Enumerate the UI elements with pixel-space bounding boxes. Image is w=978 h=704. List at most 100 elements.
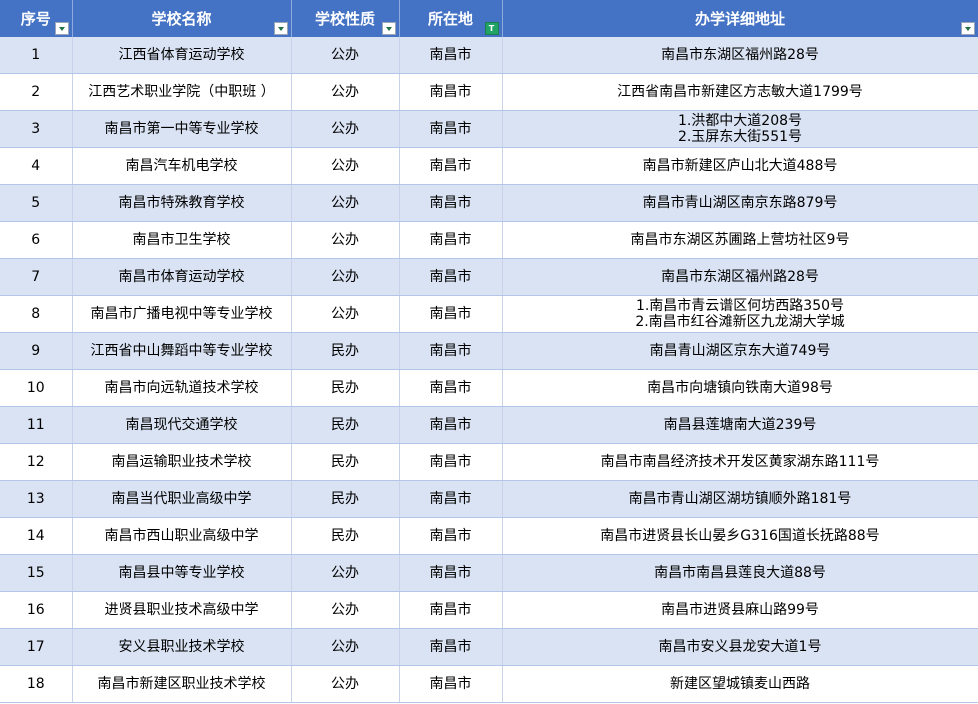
cell-school-name[interactable]: 江西省中山舞蹈中等专业学校 bbox=[72, 332, 292, 370]
cell-address[interactable]: 南昌青山湖区京东大道749号 bbox=[502, 332, 978, 370]
cell-city[interactable]: 南昌市 bbox=[399, 480, 503, 518]
cell-address[interactable]: 南昌县莲塘南大道239号 bbox=[502, 406, 978, 444]
cell-city[interactable]: 南昌市 bbox=[399, 37, 503, 74]
cell-address[interactable]: 南昌市青山湖区南京东路879号 bbox=[502, 184, 978, 222]
cell-school-name[interactable]: 进贤县职业技术高级中学 bbox=[72, 591, 292, 629]
table-row: 3 南昌市第一中等专业学校 公办 南昌市 1.洪都中大道208号 2.玉屏东大街551号 bbox=[0, 110, 978, 148]
cell-city[interactable]: 南昌市 bbox=[399, 665, 503, 703]
cell-no[interactable]: 5 bbox=[0, 184, 73, 222]
cell-address[interactable]: 南昌市南昌经济技术开发区黄家湖东路111号 bbox=[502, 443, 978, 481]
filter-dropdown-icon[interactable] bbox=[381, 22, 396, 35]
cell-address[interactable]: 1.南昌市青云谱区何坊西路350号 2.南昌市红谷滩新区九龙湖大学城 bbox=[502, 295, 978, 333]
cell-city[interactable]: 南昌市 bbox=[399, 628, 503, 666]
cell-school-type[interactable]: 民办 bbox=[291, 369, 400, 407]
cell-no[interactable]: 17 bbox=[0, 628, 73, 666]
cell-address[interactable]: 南昌市向塘镇向铁南大道98号 bbox=[502, 369, 978, 407]
cell-school-type[interactable]: 公办 bbox=[291, 591, 400, 629]
cell-school-type[interactable]: 公办 bbox=[291, 184, 400, 222]
cell-school-name[interactable]: 江西省体育运动学校 bbox=[72, 37, 292, 74]
cell-no[interactable]: 1 bbox=[0, 37, 73, 74]
cell-city[interactable]: 南昌市 bbox=[399, 591, 503, 629]
cell-no[interactable]: 14 bbox=[0, 517, 73, 555]
cell-no[interactable]: 3 bbox=[0, 110, 73, 148]
cell-address[interactable]: 新建区望城镇麦山西路 bbox=[502, 665, 978, 703]
cell-school-name[interactable]: 江西艺术职业学院（中职班 ） bbox=[72, 73, 292, 111]
cell-no[interactable]: 13 bbox=[0, 480, 73, 518]
cell-city[interactable]: 南昌市 bbox=[399, 369, 503, 407]
cell-school-name[interactable]: 南昌市西山职业高级中学 bbox=[72, 517, 292, 555]
cell-school-name[interactable]: 南昌当代职业高级中学 bbox=[72, 480, 292, 518]
address-line: 南昌市安义县龙安大道1号 bbox=[658, 639, 822, 655]
cell-school-type[interactable]: 公办 bbox=[291, 37, 400, 74]
cell-address[interactable]: 南昌市东湖区苏圃路上营坊社区9号 bbox=[502, 221, 978, 259]
filter-dropdown-icon[interactable] bbox=[960, 22, 975, 35]
cell-school-type[interactable]: 民办 bbox=[291, 332, 400, 370]
cell-city[interactable]: 南昌市 bbox=[399, 110, 503, 148]
cell-address[interactable]: 南昌市南昌县莲良大道88号 bbox=[502, 554, 978, 592]
cell-address[interactable]: 南昌市进贤县长山晏乡G316国道长抚路88号 bbox=[502, 517, 978, 555]
cell-school-type[interactable]: 公办 bbox=[291, 665, 400, 703]
cell-school-name[interactable]: 南昌市第一中等专业学校 bbox=[72, 110, 292, 148]
cell-school-name[interactable]: 南昌市特殊教育学校 bbox=[72, 184, 292, 222]
cell-address[interactable]: 南昌市东湖区福州路28号 bbox=[502, 258, 978, 296]
table-row: 18 南昌市新建区职业技术学校 公办 南昌市 新建区望城镇麦山西路 bbox=[0, 665, 978, 703]
cell-no[interactable]: 12 bbox=[0, 443, 73, 481]
filter-active-icon[interactable]: T bbox=[484, 22, 499, 35]
cell-no[interactable]: 9 bbox=[0, 332, 73, 370]
cell-city[interactable]: 南昌市 bbox=[399, 517, 503, 555]
header-label-city: 所在地 bbox=[427, 10, 473, 28]
cell-address[interactable]: 南昌市进贤县麻山路99号 bbox=[502, 591, 978, 629]
cell-school-name[interactable]: 南昌汽车机电学校 bbox=[72, 147, 292, 185]
cell-school-type[interactable]: 公办 bbox=[291, 221, 400, 259]
cell-no[interactable]: 6 bbox=[0, 221, 73, 259]
cell-school-name[interactable]: 安义县职业技术学校 bbox=[72, 628, 292, 666]
cell-no[interactable]: 2 bbox=[0, 73, 73, 111]
cell-school-type[interactable]: 公办 bbox=[291, 258, 400, 296]
cell-city[interactable]: 南昌市 bbox=[399, 554, 503, 592]
cell-school-type[interactable]: 公办 bbox=[291, 147, 400, 185]
cell-address[interactable]: 南昌市青山湖区湖坊镇顺外路181号 bbox=[502, 480, 978, 518]
cell-no[interactable]: 7 bbox=[0, 258, 73, 296]
cell-school-name[interactable]: 南昌市新建区职业技术学校 bbox=[72, 665, 292, 703]
cell-no[interactable]: 15 bbox=[0, 554, 73, 592]
cell-school-name[interactable]: 南昌县中等专业学校 bbox=[72, 554, 292, 592]
cell-address[interactable]: 南昌市新建区庐山北大道488号 bbox=[502, 147, 978, 185]
cell-school-type[interactable]: 公办 bbox=[291, 628, 400, 666]
cell-no[interactable]: 16 bbox=[0, 591, 73, 629]
cell-no[interactable]: 4 bbox=[0, 147, 73, 185]
cell-city[interactable]: 南昌市 bbox=[399, 406, 503, 444]
cell-school-name[interactable]: 南昌运输职业技术学校 bbox=[72, 443, 292, 481]
cell-address[interactable]: 江西省南昌市新建区方志敏大道1799号 bbox=[502, 73, 978, 111]
cell-school-name[interactable]: 南昌市向远轨道技术学校 bbox=[72, 369, 292, 407]
cell-school-type[interactable]: 民办 bbox=[291, 406, 400, 444]
cell-school-name[interactable]: 南昌市体育运动学校 bbox=[72, 258, 292, 296]
cell-school-type[interactable]: 公办 bbox=[291, 73, 400, 111]
cell-city[interactable]: 南昌市 bbox=[399, 73, 503, 111]
cell-school-name[interactable]: 南昌市卫生学校 bbox=[72, 221, 292, 259]
cell-city[interactable]: 南昌市 bbox=[399, 258, 503, 296]
filter-dropdown-icon[interactable] bbox=[54, 22, 69, 35]
cell-school-name[interactable]: 南昌市广播电视中等专业学校 bbox=[72, 295, 292, 333]
cell-address[interactable]: 南昌市东湖区福州路28号 bbox=[502, 37, 978, 74]
cell-city[interactable]: 南昌市 bbox=[399, 295, 503, 333]
cell-no[interactable]: 11 bbox=[0, 406, 73, 444]
cell-school-type[interactable]: 民办 bbox=[291, 480, 400, 518]
cell-city[interactable]: 南昌市 bbox=[399, 147, 503, 185]
cell-school-type[interactable]: 民办 bbox=[291, 443, 400, 481]
cell-city[interactable]: 南昌市 bbox=[399, 221, 503, 259]
cell-address[interactable]: 1.洪都中大道208号 2.玉屏东大街551号 bbox=[502, 110, 978, 148]
filter-dropdown-icon[interactable] bbox=[273, 22, 288, 35]
cell-no[interactable]: 8 bbox=[0, 295, 73, 333]
cell-school-type[interactable]: 民办 bbox=[291, 517, 400, 555]
cell-no[interactable]: 10 bbox=[0, 369, 73, 407]
cell-city[interactable]: 南昌市 bbox=[399, 184, 503, 222]
cell-address[interactable]: 南昌市安义县龙安大道1号 bbox=[502, 628, 978, 666]
cell-school-type[interactable]: 公办 bbox=[291, 554, 400, 592]
cell-city[interactable]: 南昌市 bbox=[399, 332, 503, 370]
cell-school-type[interactable]: 公办 bbox=[291, 110, 400, 148]
cell-school-type[interactable]: 公办 bbox=[291, 295, 400, 333]
cell-city[interactable]: 南昌市 bbox=[399, 443, 503, 481]
cell-no[interactable]: 18 bbox=[0, 665, 73, 703]
address-line: 南昌市青山湖区湖坊镇顺外路181号 bbox=[628, 491, 852, 507]
cell-school-name[interactable]: 南昌现代交通学校 bbox=[72, 406, 292, 444]
